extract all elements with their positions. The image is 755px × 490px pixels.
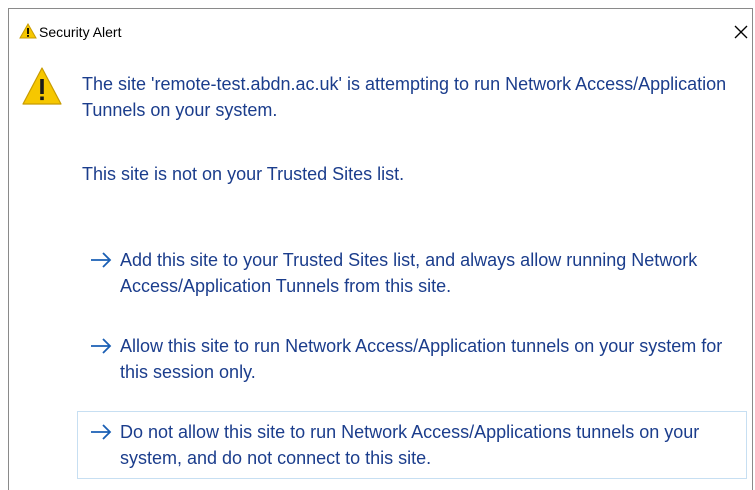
option-label: Add this site to your Trusted Sites list… <box>120 250 698 296</box>
option-label: Do not allow this site to run Network Ac… <box>120 422 700 468</box>
option-allow-session[interactable]: Allow this site to run Network Access/Ap… <box>77 325 747 393</box>
alert-message-text: The site 'remote-test.abdn.ac.uk' is att… <box>82 74 727 120</box>
title-bar: Security Alert <box>9 9 752 40</box>
arrow-right-icon <box>91 338 112 354</box>
untrusted-notice: This site is not on your Trusted Sites l… <box>82 164 405 184</box>
option-label: Allow this site to run Network Access/Ap… <box>120 336 723 382</box>
close-icon <box>734 25 748 39</box>
arrow-right-icon <box>91 252 112 268</box>
window-title: Security Alert <box>39 24 122 40</box>
warning-small-icon <box>19 23 37 39</box>
alert-message: The site 'remote-test.abdn.ac.uk' is att… <box>82 71 732 123</box>
arrow-right-icon <box>91 424 112 440</box>
option-add-trusted-site[interactable]: Add this site to your Trusted Sites list… <box>77 239 747 307</box>
close-button[interactable] <box>730 21 752 43</box>
warning-icon <box>22 67 62 105</box>
option-do-not-allow[interactable]: Do not allow this site to run Network Ac… <box>77 411 747 479</box>
security-alert-dialog: Security Alert The site 'remote-test.abd… <box>8 8 753 490</box>
